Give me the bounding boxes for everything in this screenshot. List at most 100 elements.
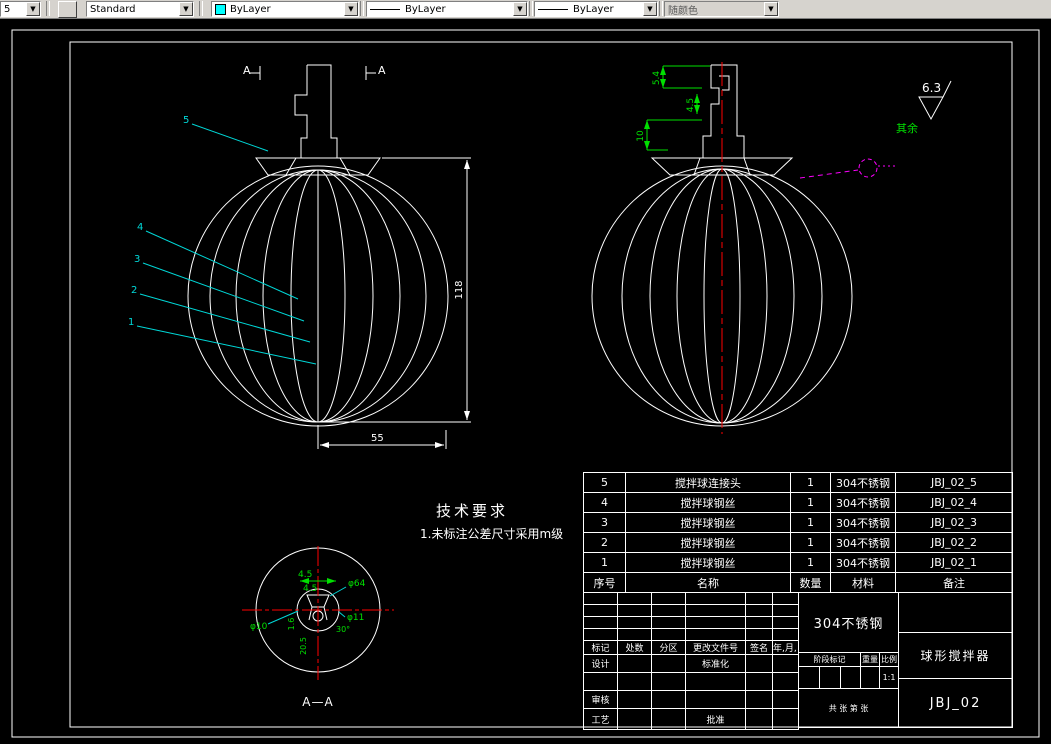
bom-table: 5 搅拌球连接头 1 304不锈钢 JBJ_02_5 4 搅拌球钢丝 1 304… <box>583 472 1013 593</box>
lineweight-combo-value: ByLayer <box>573 3 614 15</box>
label-mark: 标记 <box>583 640 618 655</box>
style-combo-arrow-icon[interactable]: ▼ <box>179 2 193 16</box>
balloon-2: 2 <box>131 285 137 296</box>
bom-header-row: 序号 名称 数量 材料 备注 <box>583 572 1013 593</box>
drawing-viewport[interactable]: A A 5 4 3 2 1 55 118 5.4 4.5 10 6.3 其余 4… <box>0 18 1051 744</box>
bom-cell: 1 <box>790 512 831 533</box>
bom-cell: JBJ_02_3 <box>895 512 1013 533</box>
bom-cell: JBJ_02_4 <box>895 492 1013 513</box>
color-combo-arrow-icon[interactable]: ▼ <box>344 2 358 16</box>
bom-cell: JBJ_02_1 <box>895 552 1013 573</box>
color-combo[interactable]: ByLayer ▼ <box>211 1 359 17</box>
front-view <box>187 64 449 427</box>
bom-cell: 5 <box>583 472 626 493</box>
label-count: 处数 <box>617 640 652 655</box>
drawing-number: JBJ_02 <box>898 678 1014 728</box>
label-weight: 重量 <box>860 652 880 667</box>
section-letter-left: A <box>243 64 251 77</box>
dim-d-text: φ11 <box>347 613 364 623</box>
title-block-revision-area: 标记 处数 分区 更改文件号 签名 年,月,日 设计 标准化 审核 工艺 批准 <box>583 592 799 730</box>
label-check: 审核 <box>583 690 618 709</box>
lineweight-combo[interactable]: ByLayer ▼ <box>534 1 658 17</box>
dim-a-text: 4.5 <box>298 570 312 580</box>
company-cell <box>898 592 1014 633</box>
label-stage-mark: 阶段标记 <box>798 652 861 667</box>
bom-cell: 4 <box>583 492 626 513</box>
title-block: 标记 处数 分区 更改文件号 签名 年,月,日 设计 标准化 审核 工艺 批准 … <box>583 592 1014 730</box>
bom-row: 3 搅拌球钢丝 1 304不锈钢 JBJ_02_3 <box>583 512 1013 533</box>
bom-cell: 304不锈钢 <box>830 552 896 573</box>
bom-cell: 3 <box>583 512 626 533</box>
toolbar-button[interactable] <box>58 1 77 18</box>
label-design: 设计 <box>583 654 618 673</box>
section-cut-mark-left <box>250 66 261 80</box>
bom-cell: 搅拌球连接头 <box>625 472 791 493</box>
label-approve: 批准 <box>685 708 746 730</box>
section-letter-right: A <box>378 64 386 77</box>
product-name: 球形搅拌器 <box>898 632 1014 679</box>
title-block-right-area: 球形搅拌器 JBJ_02 <box>898 592 1014 728</box>
bom-cell: 搅拌球钢丝 <box>625 552 791 573</box>
bom-row: 4 搅拌球钢丝 1 304不锈钢 JBJ_02_4 <box>583 492 1013 513</box>
tech-req-title: 技术要求 <box>436 502 508 520</box>
bom-header-cell: 备注 <box>895 572 1013 593</box>
shaft-profile <box>294 64 338 158</box>
plotstyle-combo-arrow-icon[interactable]: ▼ <box>764 2 778 16</box>
linetype-combo[interactable]: ByLayer ▼ <box>366 1 528 17</box>
shaft-profile <box>702 64 745 158</box>
bom-cell: 304不锈钢 <box>830 492 896 513</box>
bom-cell: 1 <box>790 552 831 573</box>
bom-header-cell: 材料 <box>830 572 896 593</box>
bom-cell: 搅拌球钢丝 <box>625 532 791 553</box>
dim-b-text: 4.5 <box>303 584 317 594</box>
label-date: 年,月,日 <box>772 640 799 655</box>
balloon-leaders <box>136 123 317 365</box>
bom-row: 5 搅拌球连接头 1 304不锈钢 JBJ_02_5 <box>583 472 1013 493</box>
linetype-combo-arrow-icon[interactable]: ▼ <box>513 2 527 16</box>
roughness-value: 6.3 <box>922 81 941 95</box>
bom-cell: 304不锈钢 <box>830 512 896 533</box>
bom-cell: JBJ_02_5 <box>895 472 1013 493</box>
dim-f-text: 1.6 <box>287 618 296 631</box>
style-combo[interactable]: Standard ▼ <box>86 1 194 17</box>
tech-req-item: 1.未标注公差尺寸采用m级 <box>420 526 563 541</box>
bom-cell: 2 <box>583 532 626 553</box>
scale-value: 1:1 <box>878 666 900 689</box>
dim-10-text: 10 <box>636 130 646 142</box>
layer-combo[interactable]: 5 ▼ <box>0 1 41 17</box>
bom-cell: 搅拌球钢丝 <box>625 512 791 533</box>
bom-cell: 304不锈钢 <box>830 472 896 493</box>
section-label: A—A <box>302 695 333 709</box>
dim-c-text: φ64 <box>348 579 366 589</box>
roughness-note: 其余 <box>896 121 918 135</box>
bom-cell: JBJ_02_2 <box>895 532 1013 553</box>
bom-cell: 1 <box>790 492 831 513</box>
bom-cell: 1 <box>583 552 626 573</box>
linetype-glyph-icon <box>370 8 400 10</box>
toolbar-divider <box>529 1 533 16</box>
plotstyle-combo[interactable]: 随颜色 ▼ <box>664 1 779 17</box>
bom-header-cell: 名称 <box>625 572 791 593</box>
toolbar-divider <box>199 1 203 16</box>
label-doc: 更改文件号 <box>685 640 746 655</box>
lineweight-combo-arrow-icon[interactable]: ▼ <box>643 2 657 16</box>
bom-cell: 1 <box>790 532 831 553</box>
balloon-4: 4 <box>137 222 143 233</box>
label-scale: 比例 <box>878 652 900 667</box>
dim-h-text: 30° <box>336 625 350 634</box>
sheet-note: 共 张 第 张 <box>797 688 900 728</box>
layer-combo-arrow-icon[interactable]: ▼ <box>26 2 40 16</box>
label-standard: 标准化 <box>685 654 746 673</box>
balloon-3: 3 <box>134 254 140 265</box>
material-cell: 304不锈钢 <box>797 592 900 653</box>
dim-55-text: 55 <box>371 433 384 444</box>
shaft-slot <box>719 75 730 91</box>
bom-header-cell: 数量 <box>790 572 831 593</box>
color-combo-value: ByLayer <box>230 3 271 15</box>
linetype-combo-value: ByLayer <box>405 3 446 15</box>
label-zone: 分区 <box>651 640 686 655</box>
top-toolbar: 5 ▼ Standard ▼ ByLayer ▼ ByLayer ▼ ByLay… <box>0 0 1051 19</box>
dim-4-5-text: 4.5 <box>686 98 696 112</box>
dim-g-text: 20.5 <box>299 637 308 655</box>
color-swatch-icon <box>215 3 226 15</box>
